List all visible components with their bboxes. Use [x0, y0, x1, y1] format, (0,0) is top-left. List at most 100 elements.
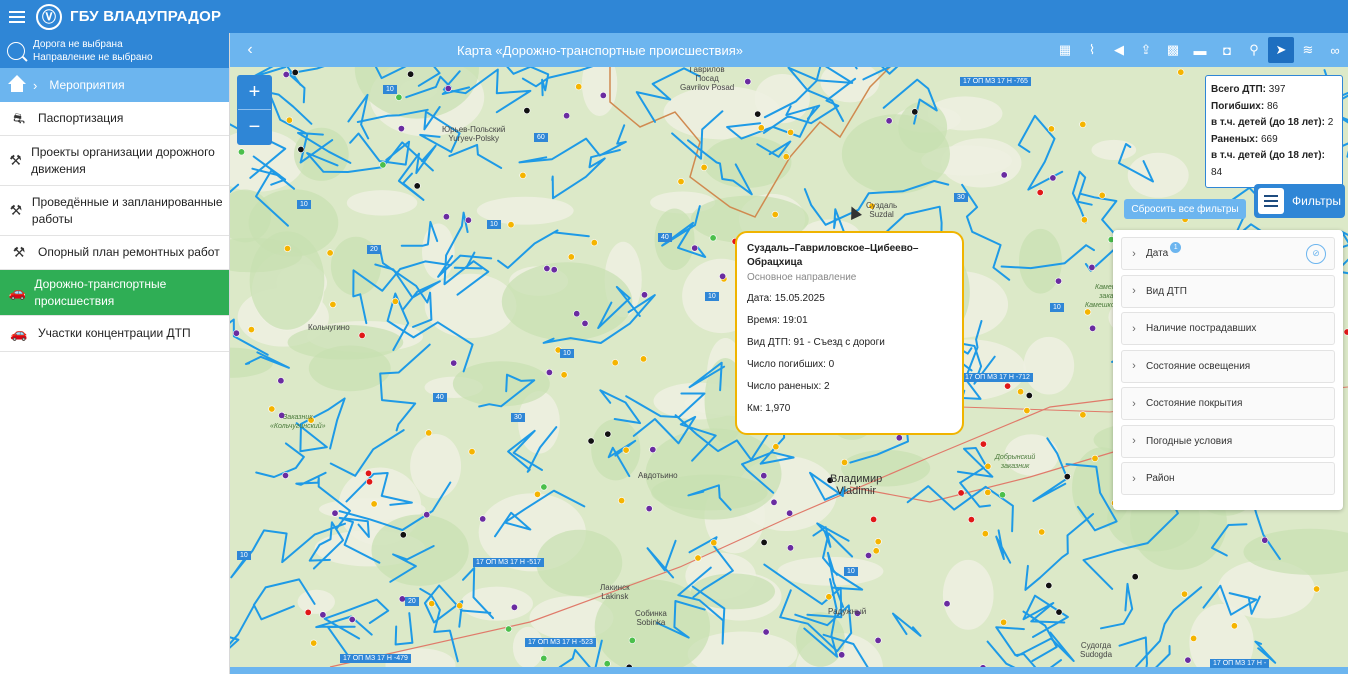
- sidebar-item-5[interactable]: 🚗 Дорожно-транспортные происшествия: [0, 270, 229, 316]
- popup-type: Вид ДТП: 91 - Съезд с дороги: [747, 337, 885, 348]
- road-number-label: 17 ОП МЗ 17 Н -: [1210, 659, 1270, 668]
- map-field: [346, 190, 418, 216]
- map-field: [942, 559, 994, 630]
- map[interactable]: Гаврилов Посад Gavrilov Posad Юрьев-Польс…: [230, 67, 1348, 674]
- accident-marker: [895, 434, 903, 442]
- search-icon[interactable]: ⚲: [1241, 37, 1267, 63]
- accident-marker: [238, 148, 246, 156]
- map-field: [297, 589, 335, 614]
- camera-icon[interactable]: ◘: [1214, 37, 1240, 63]
- filter-row-7[interactable]: › Район: [1121, 462, 1335, 495]
- breadcrumb-events[interactable]: Мероприятия: [49, 78, 124, 92]
- chart-icon[interactable]: ⌇: [1079, 37, 1105, 63]
- sidebar-item-6[interactable]: 🚗 Участки концентрации ДТП: [0, 316, 229, 352]
- accident-marker: [468, 448, 476, 456]
- accident-marker: [1190, 634, 1198, 642]
- filter-row-2[interactable]: › Вид ДТП: [1121, 274, 1335, 308]
- sidebar-item-2[interactable]: ⚒ Проекты организации дорожного движения: [0, 136, 229, 186]
- road-segment: [599, 389, 642, 425]
- accident-marker: [786, 509, 794, 517]
- filter-label: Состояние освещения: [1146, 360, 1251, 372]
- sidebar-item-3[interactable]: ⚒ Проведённые и запланированные работы: [0, 186, 229, 236]
- accident-marker: [1017, 388, 1025, 396]
- bridge-icon[interactable]: ▬: [1187, 37, 1213, 63]
- zoom-in-button[interactable]: +: [238, 76, 271, 110]
- road-number-label: 10: [487, 220, 501, 229]
- filter-row-4[interactable]: › Состояние освещения: [1121, 349, 1335, 383]
- popup-title: Суздаль–Гавриловское–Цибеево–Обрацхица: [747, 243, 919, 268]
- road-segment: [453, 251, 483, 270]
- filters-button[interactable]: Фильтры: [1254, 184, 1345, 218]
- sidebar-item-4[interactable]: ⚒ Опорный план ремонтных работ: [0, 236, 229, 270]
- map-forest: [452, 361, 550, 407]
- accident-marker: [1177, 68, 1185, 76]
- map-header: ‹ Карта «Дорожно-транспортные происшеств…: [230, 33, 1348, 67]
- map-toolbar: ▦ ⌇ ◀ ⇪ ▩ ▬ ◘ ⚲ ➤ ≋ ∞: [1051, 33, 1348, 67]
- accident-marker: [329, 301, 337, 309]
- accident-marker: [319, 611, 327, 619]
- layers-map-icon[interactable]: ▩: [1160, 37, 1186, 63]
- table-icon[interactable]: ▦: [1052, 37, 1078, 63]
- clear-filter-icon[interactable]: ⊘: [1306, 243, 1326, 264]
- accident-marker: [587, 437, 595, 445]
- accident-marker: [762, 628, 770, 636]
- accident-marker: [1036, 189, 1044, 197]
- road-worker-icon: ⚒: [12, 244, 26, 260]
- accident-marker: [479, 515, 487, 523]
- route-icon[interactable]: ◀: [1106, 37, 1132, 63]
- filter-count-badge: 1: [1170, 242, 1182, 253]
- road-number-label: 10: [705, 292, 719, 301]
- accident-marker: [510, 603, 518, 611]
- filter-row-3[interactable]: › Наличие пострадавших: [1121, 312, 1335, 345]
- filters-panel: › Дата 1 ⊘ › Вид ДТП › Наличие пострадавших › Сос…: [1113, 230, 1343, 510]
- filter-row-1[interactable]: › Дата 1 ⊘: [1121, 237, 1335, 270]
- map-field: [410, 433, 462, 499]
- zoom-out-button[interactable]: −: [238, 110, 271, 144]
- accident-marker: [232, 329, 240, 337]
- filter-label: Вид ДТП: [1146, 285, 1187, 297]
- car-crash-icon: 🚗: [8, 284, 26, 300]
- link-icon[interactable]: ∞: [1322, 37, 1348, 63]
- map-place-label: Радужный: [828, 607, 867, 616]
- map-field: [421, 223, 455, 280]
- map-field: [820, 67, 880, 103]
- map-field: [512, 626, 544, 669]
- upload-icon[interactable]: ⇪: [1133, 37, 1159, 63]
- accident-marker: [872, 547, 880, 555]
- filter-row-6[interactable]: › Погодные условия: [1121, 424, 1335, 458]
- road-number-label: 10: [383, 85, 397, 94]
- map-place-label: Гаврилов Посад Gavrilov Posad: [680, 67, 735, 92]
- accident-marker: [283, 245, 291, 253]
- accident-marker: [694, 554, 702, 562]
- accident-marker: [1004, 382, 1012, 390]
- road-segment: [497, 229, 590, 269]
- accident-marker: [1054, 277, 1062, 285]
- road-number-label: 17 ОП МЗ 17 Н -479: [340, 654, 411, 663]
- accident-marker: [1000, 618, 1008, 626]
- sidebar-item-1[interactable]: ⛐ Паспортизация: [0, 102, 229, 136]
- breadcrumb[interactable]: › Мероприятия: [0, 68, 229, 102]
- sidebar-item-label: Паспортизация: [38, 111, 124, 125]
- road-segment: [1022, 610, 1058, 662]
- accident-marker: [366, 478, 374, 486]
- road-segment: [323, 598, 390, 640]
- reset-filters-button[interactable]: Сбросить все фильтры: [1124, 199, 1246, 219]
- menu-icon[interactable]: [0, 0, 34, 33]
- home-icon[interactable]: [7, 75, 27, 95]
- top-bar: Ⓥ ГБУ ВЛАДУПРАДОР: [0, 0, 1348, 33]
- road-segment: [956, 447, 994, 508]
- road-number-label: 17 ОП МЗ 17 Н -523: [525, 638, 596, 647]
- filter-row-5[interactable]: › Состояние покрытия: [1121, 387, 1335, 420]
- sidebar-menu: ⛐ Паспортизация ⚒ Проекты организации дорож…: [0, 102, 229, 352]
- accident-marker: [397, 125, 405, 133]
- road-segment: [349, 132, 411, 166]
- map-title: Карта «Дорожно-транспортные происшествия…: [457, 42, 743, 58]
- pointer-icon[interactable]: ➤: [1268, 37, 1294, 63]
- accident-marker: [523, 107, 531, 115]
- sidebar: Дорога не выбрана Направление не выбрано…: [0, 33, 230, 674]
- logo-icon: Ⓥ: [36, 3, 62, 30]
- accident-marker: [611, 359, 619, 367]
- road-selector[interactable]: Дорога не выбрана Направление не выбрано: [0, 33, 229, 68]
- road-number-label: 17 ОП МЗ 17 Н -712: [962, 373, 1033, 382]
- layers-icon[interactable]: ≋: [1295, 37, 1321, 63]
